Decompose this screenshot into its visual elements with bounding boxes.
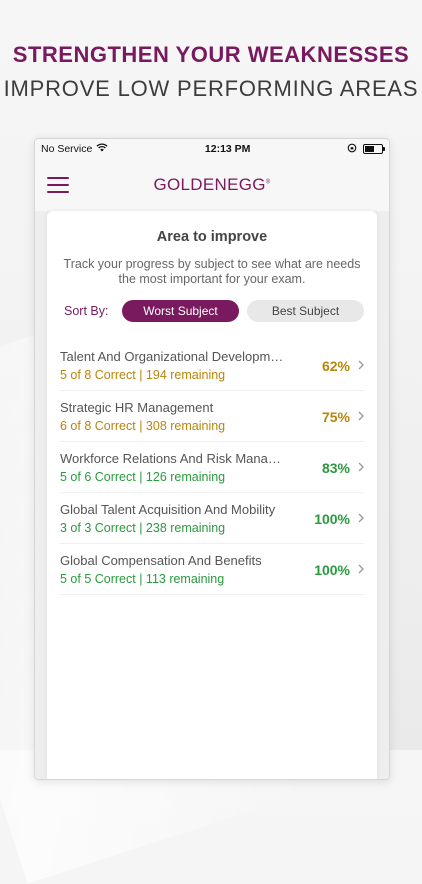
app-logo: GOLDENEGG® [153,175,271,194]
battery-icon [362,144,385,154]
subject-name: Global Talent Acquisition And Mobility [60,502,276,517]
chevron-right-icon [358,357,364,373]
sort-best-button[interactable]: Best Subject [247,300,364,322]
content-area: Area to improve Track your progress by s… [35,211,389,779]
chevron-right-icon [358,561,364,577]
subject-name: Workforce Relations And Risk Mana… [60,451,281,466]
subject-row[interactable]: Workforce Relations And Risk Mana… 5 of … [60,442,364,493]
subject-stats: 6 of 8 Correct | 308 remaining [60,419,226,433]
subject-list: Talent And Organizational Developm… 5 of… [47,340,377,595]
subject-stats: 5 of 6 Correct | 126 remaining [60,470,226,484]
subject-percent: 100% [314,511,350,527]
sort-label: Sort By: [64,304,109,318]
sort-worst-button[interactable]: Worst Subject [122,300,239,322]
subject-row[interactable]: Talent And Organizational Developm… 5 of… [60,340,364,391]
subject-stats: 5 of 8 Correct | 194 remaining [60,368,226,382]
subject-row[interactable]: Global Compensation And Benefits 5 of 5 … [60,544,364,595]
chevron-right-icon [358,408,364,424]
card-description: Track your progress by subject to see wh… [63,257,361,286]
improvement-card: Area to improve Track your progress by s… [47,211,377,779]
status-bar: No Service 12:13 PM [35,139,389,159]
chevron-right-icon [358,459,364,475]
banner-subheadline: IMPROVE LOW PERFORMING AREAS [3,76,419,101]
orientation-lock-icon [347,143,357,156]
subject-name: Global Compensation And Benefits [60,553,262,568]
wifi-icon [96,143,108,155]
subject-name: Talent And Organizational Developm… [60,349,284,364]
subject-row[interactable]: Global Talent Acquisition And Mobility 3… [60,493,364,544]
subject-row[interactable]: Strategic HR Management 6 of 8 Correct |… [60,391,364,442]
subject-percent: 100% [314,562,350,578]
subject-percent: 83% [321,460,350,476]
subject-percent: 62% [321,358,350,374]
app-bar: GOLDENEGG® [35,159,389,211]
subject-name: Strategic HR Management [60,400,214,415]
banner-headline: STRENGTHEN YOUR WEAKNESSES [12,42,410,67]
card-title: Area to improve [156,229,268,245]
chevron-right-icon [358,510,364,526]
subject-percent: 75% [321,409,350,425]
carrier-label: No Service [41,143,93,155]
clock-time: 12:13 PM [204,143,251,155]
phone-frame: No Service 12:13 PM GOLDENEGG® Area to i… [34,138,390,780]
sort-controls: Sort By: Worst Subject Best Subject [64,300,364,322]
